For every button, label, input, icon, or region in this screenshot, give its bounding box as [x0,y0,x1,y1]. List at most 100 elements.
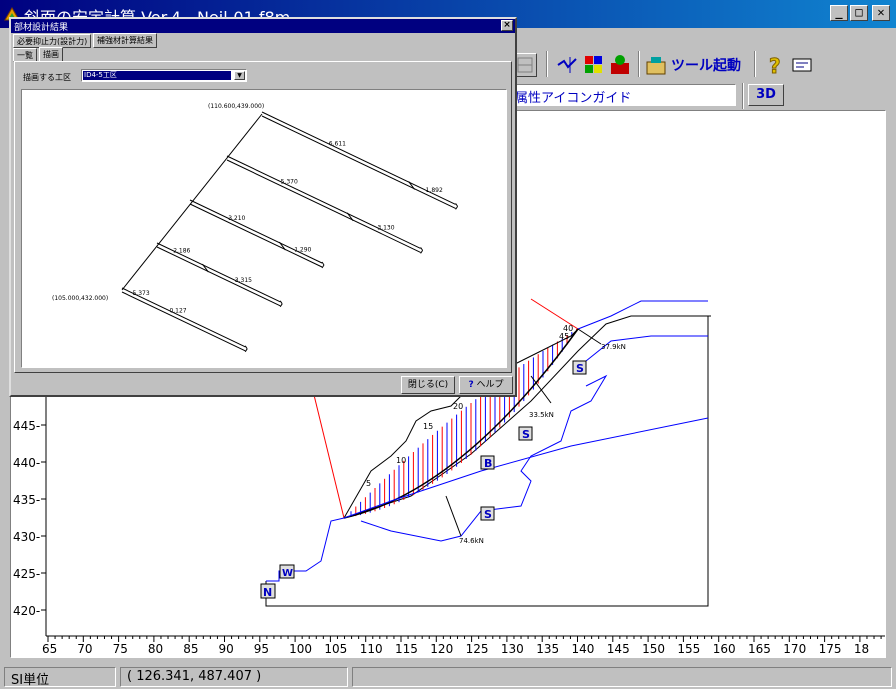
section-select[interactable]: ID4-5工区 ▼ [81,69,247,82]
zone-badge[interactable]: N [260,583,276,599]
x-tick-label: 80 [148,642,163,656]
nail-bar [261,115,456,209]
x-tick-label: 155 [677,642,700,656]
maximize-icon: □ [855,5,863,19]
zone-badge[interactable]: S [572,360,587,375]
nail-tip [420,247,424,251]
member-design-result-dialog: 部材設計結果 × 必要抑止力(設計力) 補強材計算結果 一覧 描画 描画する工区… [9,17,517,397]
x-tick-label: 95 [254,642,269,656]
svg-text:B: B [484,457,492,470]
svg-text:S: S [576,362,584,375]
nail-tip [321,261,325,266]
svg-text:?: ? [769,54,781,77]
x-tick-label: 120 [430,642,453,656]
slip-mark [278,241,286,251]
x-tick-label: 100 [289,642,312,656]
x-tick-label: 145 [607,642,630,656]
close-icon: ✕ [877,5,885,19]
help-dialog-button[interactable]: ? ヘルプ [459,376,513,394]
stratum-boundary [577,300,708,330]
nail-length-label: 5.373 [132,290,149,297]
maximize-button[interactable]: □ [850,5,868,21]
force-vector [577,328,602,345]
minimize-button[interactable]: _ [830,5,848,21]
zone-badge[interactable]: B [480,455,495,470]
close-button[interactable]: ✕ [872,5,890,21]
nail-bar [226,155,421,249]
nail-length-label: 6.611 [329,141,346,148]
toolbar-separator [742,83,744,109]
x-tick-label: 105 [324,642,347,656]
close-dialog-button[interactable]: 閉じる(C) [401,376,455,394]
toolbar-separator [754,51,756,77]
slice-label: 10 [396,456,406,465]
cursor-coordinates: ( 126.341, 487.407 ) [120,667,348,687]
subtab-drawing[interactable]: 描画 [39,47,63,62]
slip-radius-line [313,394,345,519]
dialog-title: 部材設計結果 [14,23,69,33]
force-vector [530,375,552,404]
chevron-down-icon[interactable]: ▼ [234,71,245,80]
reinforcement-drawing-svg: (110.600,439.000) (105.000,432.000) 6.61… [52,103,459,353]
status-message [352,667,892,687]
nail-length-label: 5.370 [281,178,298,185]
toolbar-separator [546,51,548,77]
x-tick-label: 18 [854,642,869,656]
subtab-list[interactable]: 一覧 [13,48,37,62]
x-tick-label: 110 [360,642,383,656]
zone-badge[interactable]: S [480,506,495,521]
bottom-coordinate-label: (105.000,432.000) [52,295,108,302]
tools-icon [646,57,666,75]
zone-badge[interactable]: W [279,564,295,579]
nail-tip [279,300,283,305]
nail-tip [244,348,248,353]
mesh-button[interactable] [556,53,580,77]
nail-tip [279,303,283,308]
x-tick-label: 140 [572,642,595,656]
force-label: 74.6kN [459,537,484,545]
y-tick-label: 420- [13,604,40,618]
nail-bar [156,246,281,307]
y-tick-label: 425- [13,567,40,581]
x-tick-label: 130 [501,642,524,656]
reinforcement-drawing: (110.600,439.000) (105.000,432.000) 6.61… [21,89,507,368]
slip-mark [201,263,209,273]
tab-required-force[interactable]: 必要抑止力(設計力) [13,34,92,48]
slip-mark [346,212,354,222]
nail-bar [189,203,323,268]
dialog-close-button[interactable]: × [501,20,513,31]
x-tick-label: 115 [395,642,418,656]
tool-launch-button[interactable]: ツール起動 [645,53,741,77]
x-tick-label: 165 [748,642,771,656]
nail-length-label: 2.186 [173,248,190,255]
y-tick-label: 445- [13,419,40,433]
tab-reinforcement-result[interactable]: 補強材計算結果 [93,33,157,48]
unit-status: SI単位 [4,667,116,688]
load-button[interactable] [608,53,632,77]
x-tick-label: 150 [642,642,665,656]
question-icon: ? [468,380,474,390]
nail-tip [420,250,424,254]
x-tick-label: 90 [219,642,234,656]
x-tick-label: 65 [42,642,57,656]
3d-view-button[interactable]: 3D [748,84,784,106]
x-tick-label: 70 [77,642,92,656]
minimize-icon: _ [835,5,843,19]
x-tick-label: 125 [466,642,489,656]
y-tick-label: 440- [13,456,40,470]
palette-button[interactable] [582,53,606,77]
nail-length-label: 3.210 [228,215,245,222]
svg-text:N: N [263,586,272,599]
svg-text:S: S [484,508,492,521]
toolbar-separator [638,51,640,77]
info-button[interactable] [790,53,814,77]
x-tick-label: 85 [183,642,198,656]
attribute-icon-guide[interactable]: 属性アイコンガイド [510,84,736,106]
zone-badge[interactable]: S [518,426,533,441]
nail-length-label: 1.892 [426,187,443,194]
nail-tip [455,203,459,207]
load-icon [611,55,629,74]
force-vector [445,495,462,537]
help-button[interactable]: ? [764,53,788,79]
section-select-label: 描画する工区 [23,73,71,82]
